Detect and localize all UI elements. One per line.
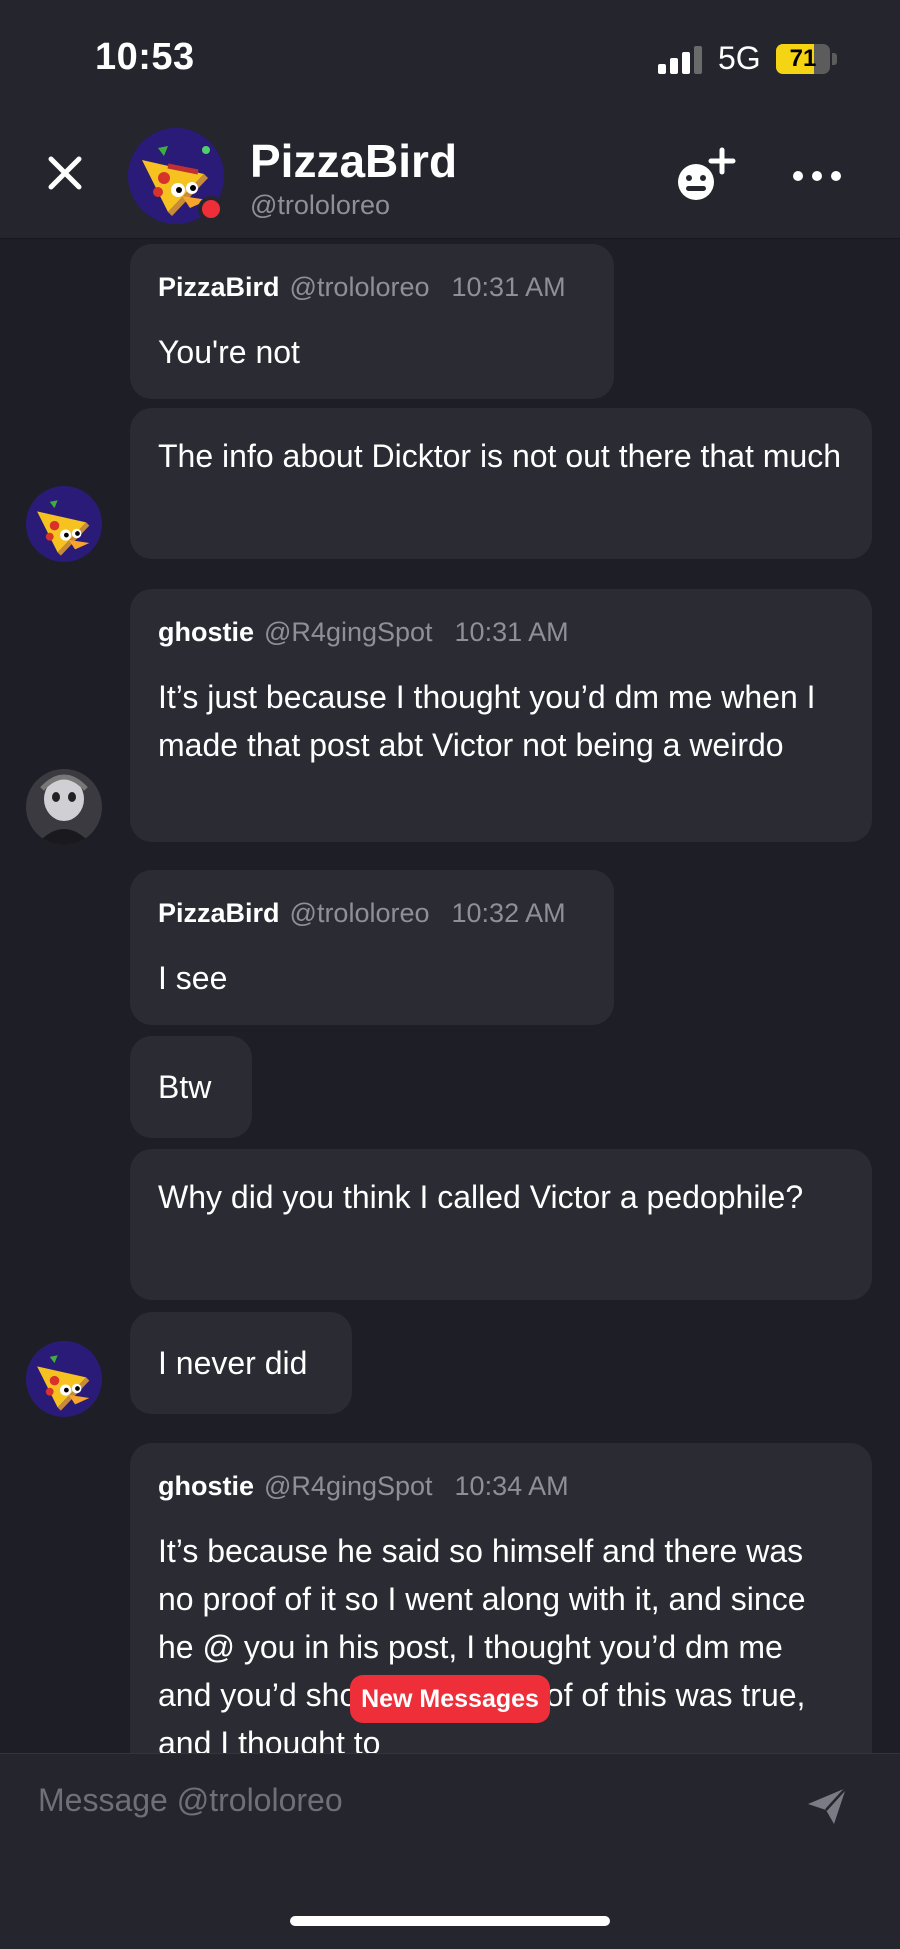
- message-bubble[interactable]: PizzaBird @trololoreo 10:31 AM You're not: [130, 244, 614, 399]
- message-time: 10:34 AM: [454, 1471, 569, 1501]
- message-handle: @trololoreo: [289, 272, 430, 302]
- message-handle: @R4gingSpot: [264, 1471, 433, 1501]
- message-bubble[interactable]: Why did you think I called Victor a pedo…: [130, 1149, 872, 1300]
- battery-icon: 71: [776, 44, 838, 74]
- message-bubble[interactable]: Btw: [130, 1036, 252, 1138]
- message-author[interactable]: PizzaBird: [158, 898, 280, 928]
- send-icon[interactable]: [804, 1784, 850, 1828]
- message-text: I see: [158, 960, 228, 996]
- contact-name: PizzaBird: [250, 135, 458, 187]
- message-input[interactable]: [38, 1772, 798, 1828]
- message-text: I never did: [158, 1345, 308, 1381]
- more-icon[interactable]: [782, 154, 852, 198]
- message-time: 10:31 AM: [451, 272, 566, 302]
- composer: [0, 1753, 900, 1949]
- message-text: The info about Dicktor is not out there …: [158, 438, 842, 474]
- message-meta: ghostie @R4gingSpot 10:31 AM: [158, 617, 569, 648]
- message-handle: @trololoreo: [289, 898, 430, 928]
- message-meta: PizzaBird @trololoreo 10:32 AM: [158, 898, 566, 929]
- status-bar: 10:53 5G 71: [0, 0, 900, 110]
- online-status-dot: [198, 196, 224, 222]
- message-author[interactable]: PizzaBird: [158, 272, 280, 302]
- avatar[interactable]: [26, 1341, 102, 1417]
- new-messages-button[interactable]: New Messages: [350, 1675, 550, 1723]
- message-list[interactable]: PizzaBird @trololoreo 10:31 AM You're not …: [0, 239, 900, 1753]
- message-text: You're not: [158, 334, 300, 370]
- message-handle: @R4gingSpot: [264, 617, 433, 647]
- contact-handle: @trololoreo: [250, 190, 390, 220]
- message-text: It’s just because I thought you’d dm me …: [158, 679, 816, 763]
- message-text: Why did you think I called Victor a pedo…: [158, 1179, 804, 1215]
- message-meta: ghostie @R4gingSpot 10:34 AM: [158, 1471, 569, 1502]
- message-time: 10:32 AM: [451, 898, 566, 928]
- message-bubble[interactable]: I never did: [130, 1312, 352, 1414]
- message-author[interactable]: ghostie: [158, 1471, 254, 1501]
- message-bubble[interactable]: The info about Dicktor is not out there …: [130, 408, 872, 559]
- message-bubble[interactable]: ghostie @R4gingSpot 10:31 AM It’s just bec…: [130, 589, 872, 842]
- message-meta: PizzaBird @trololoreo 10:31 AM: [158, 272, 566, 303]
- signal-icon: [658, 46, 702, 74]
- chat-header: PizzaBird @trololoreo: [0, 110, 900, 239]
- add-friend-icon[interactable]: [672, 146, 738, 206]
- network-type: 5G: [718, 40, 761, 76]
- message-time: 10:31 AM: [454, 617, 569, 647]
- message-bubble[interactable]: PizzaBird @trololoreo 10:32 AM I see: [130, 870, 614, 1025]
- avatar[interactable]: [26, 486, 102, 562]
- close-icon[interactable]: [36, 144, 94, 202]
- avatar[interactable]: [26, 769, 102, 845]
- message-author[interactable]: ghostie: [158, 617, 254, 647]
- status-time: 10:53: [95, 36, 195, 78]
- message-text: Btw: [158, 1069, 212, 1105]
- home-indicator: [290, 1916, 610, 1926]
- battery-level: 71: [789, 45, 817, 72]
